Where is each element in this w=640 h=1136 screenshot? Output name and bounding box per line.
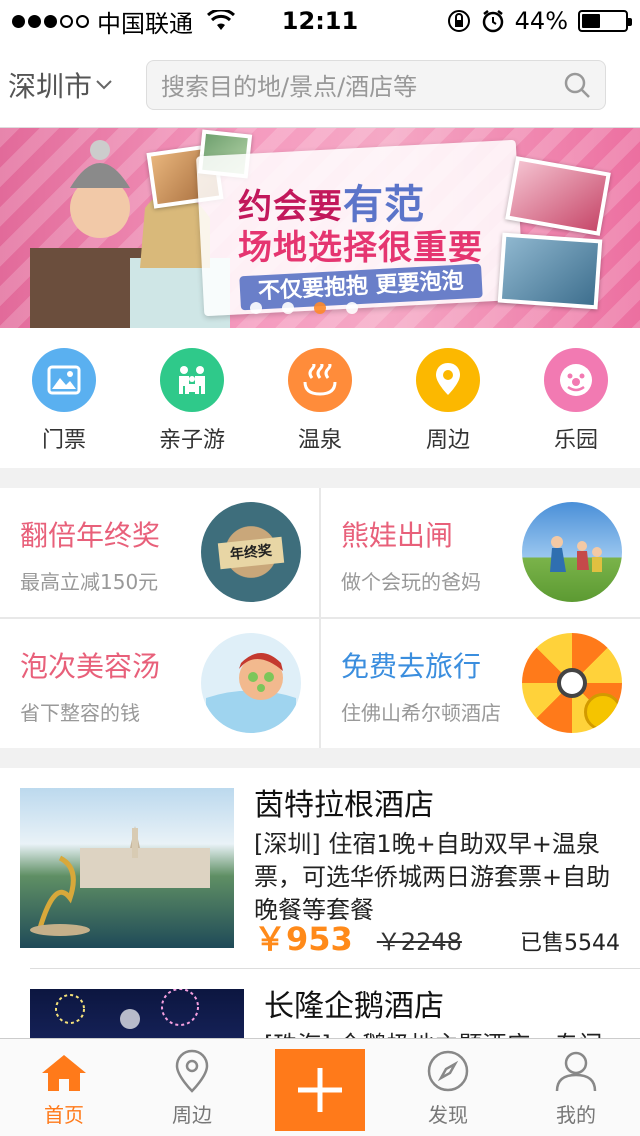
banner-page-dot[interactable] — [346, 302, 358, 314]
compass-icon — [427, 1050, 469, 1092]
promo-image — [201, 633, 301, 733]
location-pin-icon — [416, 348, 480, 412]
category-family[interactable]: 亲子游 — [132, 348, 252, 454]
home-icon — [42, 1055, 86, 1091]
category-ticket[interactable]: 门票 — [4, 348, 124, 454]
signal-strength-icon — [12, 14, 89, 28]
clown-icon — [544, 348, 608, 412]
tab-label: 发现 — [428, 1103, 468, 1127]
family-icon — [160, 348, 224, 412]
hotel-original-price: ￥2248 — [376, 928, 462, 956]
hotel-thumbnail — [30, 989, 244, 1038]
hotel-name: 茵特拉根酒店 — [254, 788, 434, 823]
hotel-sold-count: 已售5544 — [520, 931, 620, 956]
prize-wheel-icon — [522, 633, 622, 733]
banner-title-line2: 场地选择很重要 — [238, 228, 483, 268]
battery-icon — [578, 10, 632, 32]
bottom-tab-bar: 首页 周边 发现 我的 — [0, 1038, 640, 1136]
hotel-item[interactable]: 茵特拉根酒店 [深圳] 住宿1晚+自助双早+温泉票，可选华侨城两日游套票+自助晚… — [0, 768, 640, 968]
promo-kids[interactable]: 熊娃出闸 做个会玩的爸妈 — [321, 488, 640, 617]
category-label: 乐园 — [553, 428, 598, 453]
hotel-item[interactable]: 长隆企鹅酒店 [珠海] 企鹅极地主题酒店，专门 — [30, 968, 640, 1038]
category-label: 亲子游 — [158, 428, 225, 453]
tab-label: 周边 — [172, 1103, 212, 1127]
status-bar: 中国联通 12:11 44% — [0, 0, 640, 42]
tab-discover[interactable]: 发现 — [384, 1039, 512, 1136]
category-hot-spring[interactable]: 温泉 — [260, 348, 380, 454]
tab-nearby[interactable]: 周边 — [128, 1039, 256, 1136]
promo-banner[interactable]: 约会要有范 场地选择很重要 不仅要抱抱 更要泡泡 — [0, 128, 640, 328]
search-input[interactable]: 搜索目的地/景点/酒店等 — [146, 59, 606, 110]
category-label: 周边 — [425, 428, 470, 453]
category-nearby[interactable]: 周边 — [388, 348, 508, 454]
hotel-description: [珠海] 企鹅极地主题酒店，专门 — [264, 1029, 620, 1038]
location-pin-icon — [175, 1049, 209, 1093]
hotel-list: 茵特拉根酒店 [深圳] 住宿1晚+自助双早+温泉票，可选华侨城两日游套票+自助晚… — [0, 768, 640, 1038]
hotel-thumbnail — [20, 788, 234, 948]
tab-home[interactable]: 首页 — [0, 1039, 128, 1136]
header: 深圳市 搜索目的地/景点/酒店等 — [0, 42, 640, 128]
chevron-down-icon — [96, 79, 112, 89]
promo-grid: 翻倍年终奖 最高立减150元 年终奖 熊娃出闸 做个会玩的爸妈 泡次美容汤 省下… — [0, 488, 640, 748]
promo-free-travel[interactable]: 免费去旅行 住佛山希尔顿酒店 — [321, 619, 640, 748]
battery-percent: 44% — [514, 7, 568, 35]
hotel-description: [深圳] 住宿1晚+自助双早+温泉票，可选华侨城两日游套票+自助晚餐等套餐 — [254, 830, 611, 924]
year-end-bonus-sign: 年终奖 — [217, 536, 285, 570]
city-label: 深圳市 — [8, 69, 93, 103]
wifi-icon — [207, 10, 235, 30]
tab-profile[interactable]: 我的 — [512, 1039, 640, 1136]
promo-beauty-spa[interactable]: 泡次美容汤 省下整容的钱 — [0, 619, 319, 748]
ticket-icon — [32, 348, 96, 412]
banner-page-dot[interactable] — [314, 302, 326, 314]
tab-label: 首页 — [44, 1103, 84, 1127]
category-nav: 门票 亲子游 温泉 周边 乐园 — [0, 328, 640, 468]
user-icon — [555, 1051, 597, 1092]
city-selector[interactable]: 深圳市 — [0, 65, 140, 105]
add-button-wrapper — [256, 1039, 384, 1136]
rotation-lock-icon — [447, 10, 470, 32]
carrier-name: 中国联通 — [97, 9, 193, 38]
category-label: 温泉 — [297, 428, 342, 453]
hot-spring-icon — [288, 348, 352, 412]
banner-pagination — [250, 302, 358, 314]
promo-image — [522, 502, 622, 602]
category-park[interactable]: 乐园 — [516, 348, 636, 454]
hotel-name: 长隆企鹅酒店 — [264, 989, 444, 1024]
category-label: 门票 — [41, 428, 86, 453]
banner-page-dot[interactable] — [282, 302, 294, 314]
search-placeholder: 搜索目的地/景点/酒店等 — [161, 73, 418, 101]
banner-page-dot[interactable] — [250, 302, 262, 314]
hotel-price: ￥953 — [254, 920, 353, 958]
add-button[interactable] — [275, 1048, 365, 1131]
hotel-price-row: ￥953 ￥2248 已售5544 — [254, 914, 620, 960]
banner-photo-pool — [497, 232, 603, 310]
tab-label: 我的 — [556, 1103, 596, 1127]
plus-icon — [298, 1067, 342, 1112]
alarm-icon — [482, 10, 503, 33]
promo-year-end-bonus[interactable]: 翻倍年终奖 最高立减150元 年终奖 — [0, 488, 319, 617]
promo-image: 年终奖 — [201, 502, 301, 602]
search-icon — [564, 72, 590, 98]
